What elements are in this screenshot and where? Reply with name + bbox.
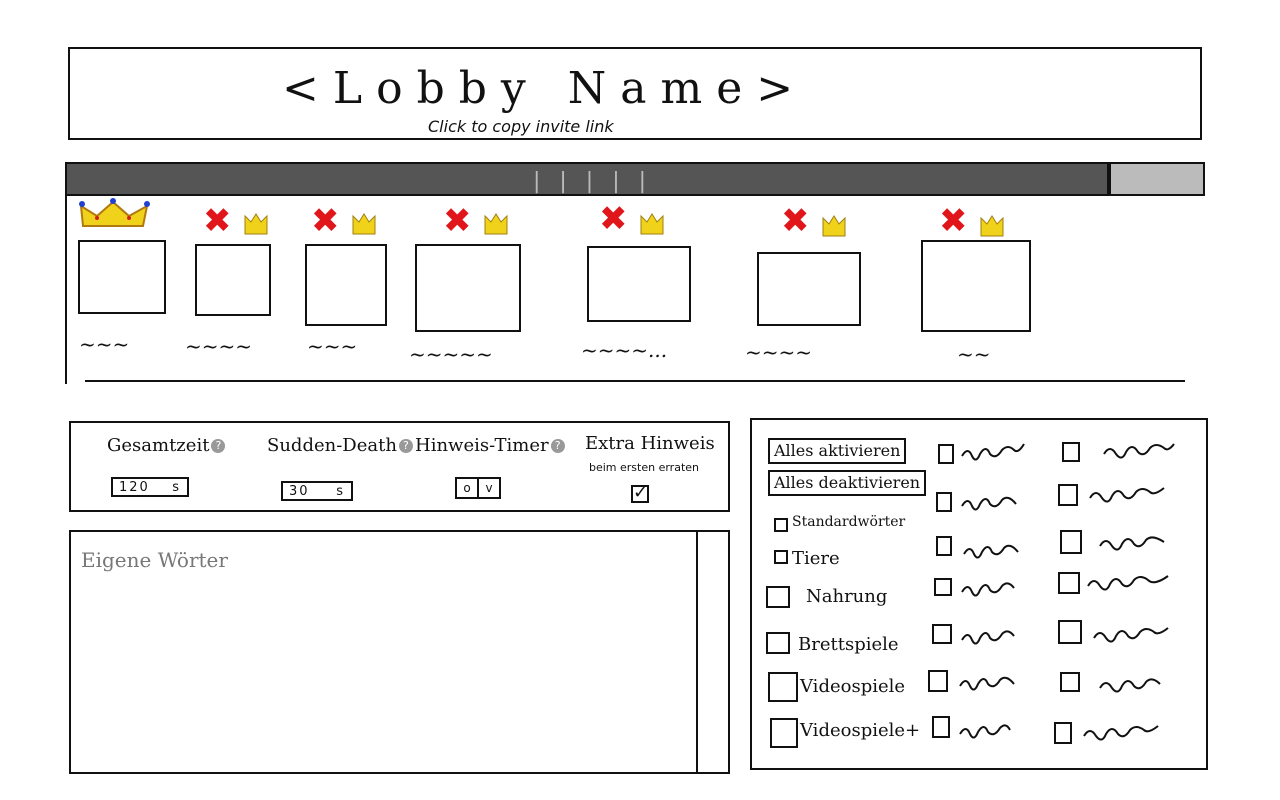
category-checkbox[interactable] (1054, 722, 1072, 744)
player-avatar (921, 240, 1031, 332)
categories-panel: Alles aktivieren Alles deaktivieren Stan… (750, 418, 1208, 770)
make-host-crown-icon[interactable] (639, 210, 665, 236)
scribble-label (959, 724, 1011, 739)
scribble-label (1093, 627, 1169, 643)
category-label: Videospiele (800, 676, 906, 697)
hint-timer-label: Hinweis-Timer? (415, 435, 565, 456)
category-label: Tiere (792, 548, 840, 569)
player-name: ~~ (957, 342, 991, 366)
kick-icon[interactable]: ✖ (781, 204, 810, 238)
custom-words-placeholder: Eigene Wörter (81, 548, 228, 572)
category-label: Nahrung (806, 586, 888, 607)
scribble-label (961, 443, 1025, 461)
kick-icon[interactable]: ✖ (939, 204, 968, 238)
panel-divider (85, 380, 1185, 382)
player-name: ~~~~~ (409, 342, 493, 366)
total-time-input[interactable]: 120 s (111, 477, 189, 497)
scribble-label (961, 582, 1015, 597)
make-host-crown-icon[interactable] (351, 210, 377, 236)
extra-hint-sublabel: beim ersten erraten (589, 461, 699, 474)
player-avatar (305, 244, 387, 326)
kick-icon[interactable]: ✖ (203, 204, 232, 238)
scribble-label (1083, 725, 1159, 741)
player-name: ~~~ (79, 332, 130, 356)
activate-all-button[interactable]: Alles aktivieren (768, 438, 907, 464)
player-avatar (195, 244, 271, 316)
category-label: Brettspiele (798, 634, 899, 655)
category-checkbox-brettspiele[interactable] (766, 632, 790, 654)
category-checkbox[interactable] (1058, 572, 1080, 594)
scribble-label (961, 630, 1015, 645)
deactivate-all-button[interactable]: Alles deaktivieren (768, 470, 927, 496)
sudden-death-label: Sudden-Death? (267, 435, 413, 456)
lobby-name[interactable]: <Lobby Name> (282, 63, 807, 114)
copy-invite-link[interactable]: Click to copy invite link (428, 117, 614, 136)
player-avatar (415, 244, 521, 332)
player-avatar (78, 240, 166, 314)
players-panel: | | | | | ~~~ ✖ ~~~~ ✖ ~~~ ✖ ~~~~~ ✖ ~~~… (65, 162, 1205, 384)
scribble-label (1099, 678, 1161, 693)
player-name: ~~~~... (581, 338, 668, 362)
players-bar: | | | | | (65, 162, 1109, 196)
help-icon[interactable]: ? (211, 439, 226, 453)
extra-hint-label: Extra Hinweis (585, 433, 715, 454)
scribble-label (1099, 536, 1165, 551)
player-avatar (757, 252, 861, 326)
category-checkbox[interactable] (932, 716, 950, 738)
kick-icon[interactable]: ✖ (311, 204, 340, 238)
scribble-label (959, 676, 1015, 691)
category-checkbox[interactable] (936, 492, 952, 512)
scribble-label (961, 496, 1017, 511)
scribble-label (1089, 487, 1165, 503)
scrollbar[interactable] (696, 532, 728, 772)
category-checkbox[interactable] (1060, 672, 1080, 692)
category-checkbox[interactable] (936, 536, 952, 556)
kick-icon[interactable]: ✖ (443, 204, 472, 238)
category-checkbox[interactable] (1062, 442, 1080, 462)
category-checkbox-videospiele[interactable] (768, 672, 798, 702)
make-host-crown-icon[interactable] (979, 212, 1005, 238)
hint-timer-toggle[interactable]: ov (455, 477, 501, 499)
category-checkbox[interactable] (932, 624, 952, 644)
category-checkbox-tiere[interactable] (774, 550, 788, 564)
category-checkbox-nahrung[interactable] (766, 586, 790, 608)
sudden-death-input[interactable]: 30 s (281, 481, 353, 501)
make-host-crown-icon[interactable] (243, 210, 269, 236)
category-checkbox[interactable] (1058, 484, 1078, 506)
category-checkbox-standard[interactable] (774, 518, 788, 532)
category-checkbox[interactable] (1058, 620, 1082, 644)
player-avatar (587, 246, 691, 322)
drag-handle[interactable]: | | | | | (533, 169, 652, 194)
category-label: Standardwörter (792, 514, 906, 530)
extra-hint-checkbox[interactable] (631, 483, 649, 503)
players-bar-end (1109, 162, 1205, 196)
player-name: ~~~~ (745, 340, 813, 364)
help-icon[interactable]: ? (398, 439, 413, 453)
make-host-crown-icon[interactable] (821, 212, 847, 238)
player-name: ~~~~ (185, 334, 253, 358)
category-checkbox[interactable] (928, 670, 948, 692)
host-crown-icon (79, 198, 150, 227)
make-host-crown-icon[interactable] (483, 210, 509, 236)
scribble-label (963, 544, 1019, 559)
category-checkbox[interactable] (1060, 530, 1082, 554)
settings-panel: Gesamtzeit? 120 s Sudden-Death? 30 s Hinwe… (69, 421, 730, 512)
panel-border (65, 196, 67, 384)
scribble-label (1087, 575, 1169, 591)
category-checkbox-videospiele2[interactable] (770, 718, 798, 748)
total-time-label: Gesamtzeit? (107, 435, 226, 456)
category-checkbox[interactable] (938, 444, 954, 464)
player-name: ~~~ (307, 334, 358, 358)
kick-icon[interactable]: ✖ (599, 202, 628, 236)
category-checkbox[interactable] (934, 578, 952, 596)
custom-words-textarea[interactable]: Eigene Wörter (69, 530, 730, 774)
category-label: Videospiele+ (800, 720, 921, 741)
help-icon[interactable]: ? (550, 439, 565, 453)
lobby-header: <Lobby Name> Click to copy invite link (68, 47, 1202, 140)
scribble-label (1103, 443, 1175, 459)
